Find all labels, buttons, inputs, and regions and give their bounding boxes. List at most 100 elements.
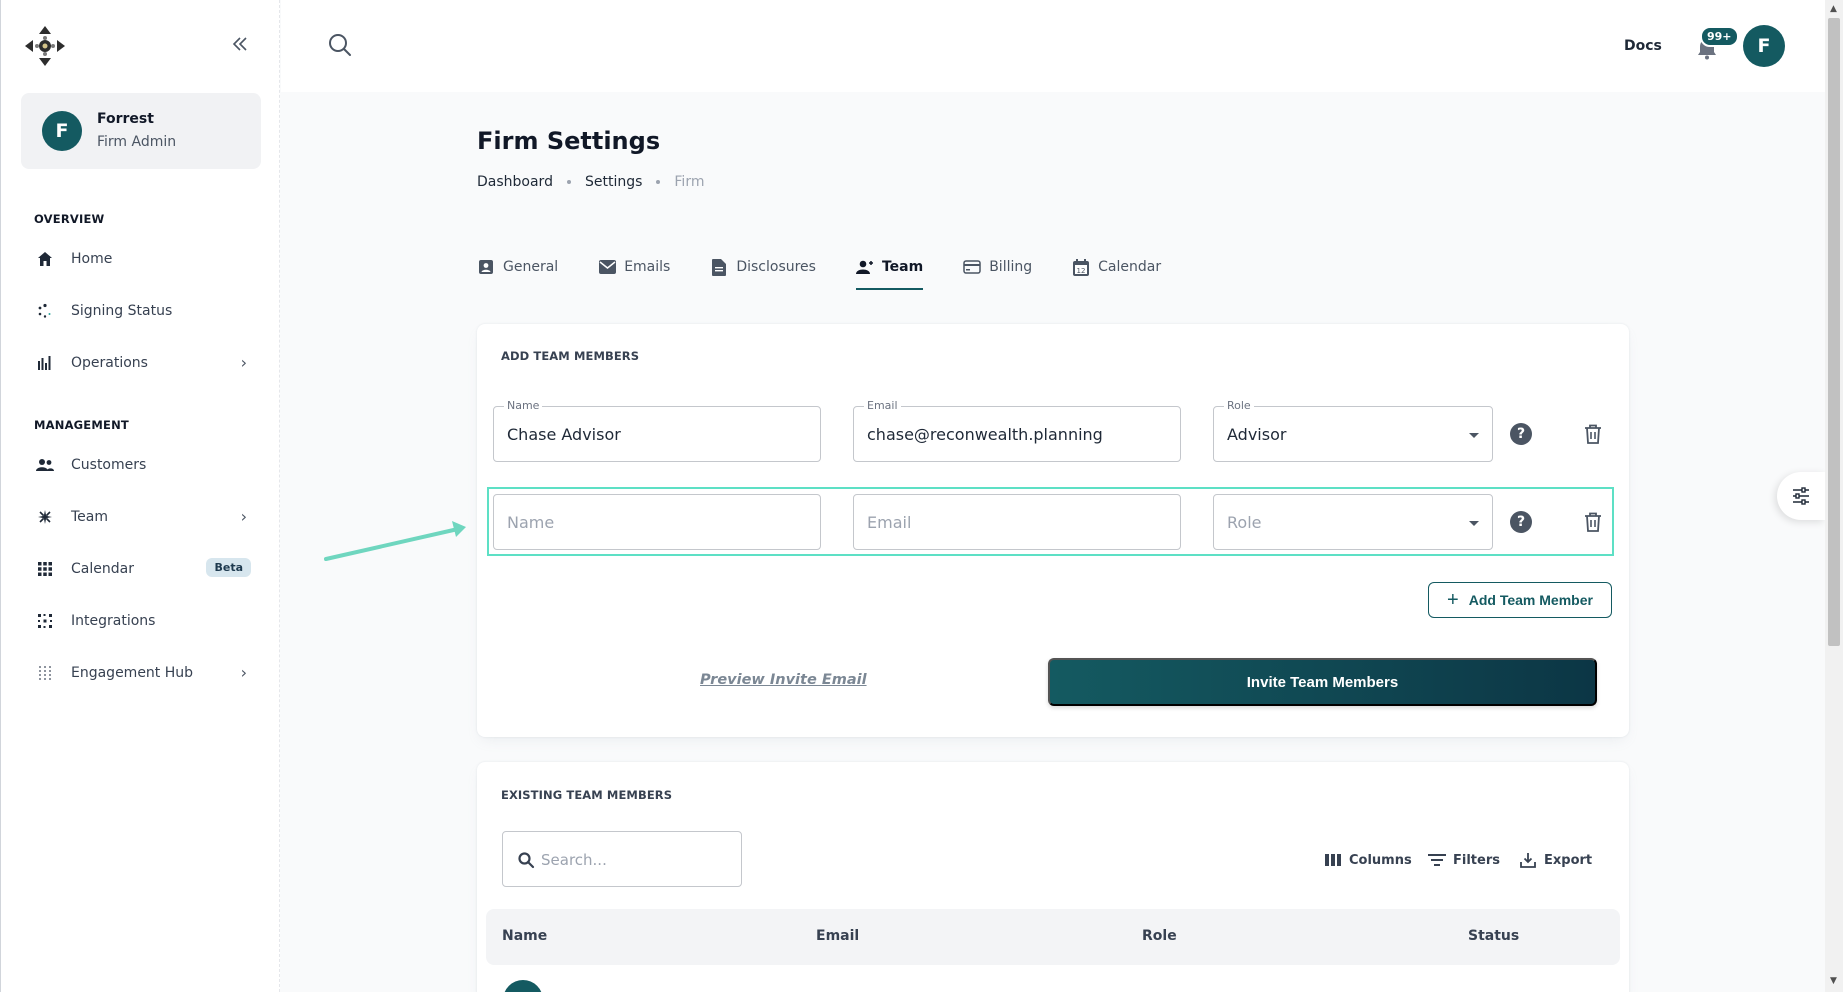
column-header-status[interactable]: Status bbox=[1468, 928, 1519, 944]
search-input[interactable]: Search... bbox=[502, 831, 742, 887]
role-select[interactable]: Role bbox=[1213, 494, 1493, 550]
help-icon[interactable]: ? bbox=[1510, 423, 1532, 445]
breadcrumb-settings[interactable]: Settings bbox=[585, 174, 642, 190]
tab-team[interactable]: Team bbox=[855, 248, 924, 290]
field-placeholder: Name bbox=[507, 513, 555, 532]
download-icon bbox=[1519, 851, 1537, 869]
annotation-arrow-icon bbox=[324, 521, 466, 561]
card-title: ADD TEAM MEMBERS bbox=[501, 349, 640, 363]
docs-link[interactable]: Docs bbox=[1624, 38, 1662, 54]
mail-icon bbox=[598, 258, 616, 276]
add-team-member-button[interactable]: + Add Team Member bbox=[1428, 582, 1612, 618]
sidebar-item-label: Integrations bbox=[71, 613, 156, 629]
sidebar-item-label: Home bbox=[71, 251, 113, 267]
filter-icon bbox=[1428, 851, 1446, 869]
contact-icon bbox=[477, 258, 495, 276]
settings-drawer-button[interactable] bbox=[1777, 472, 1825, 520]
breadcrumb-separator bbox=[656, 180, 661, 184]
tab-calendar[interactable]: 12 Calendar bbox=[1072, 248, 1161, 286]
sidebar: F Forrest Firm Admin OVERVIEW Home Signi… bbox=[0, 0, 280, 992]
search-button[interactable] bbox=[327, 32, 355, 60]
filters-button[interactable]: Filters bbox=[1428, 851, 1500, 869]
page-scrollbar[interactable]: ▲ ▼ bbox=[1825, 0, 1843, 992]
delete-row-button[interactable] bbox=[1582, 511, 1604, 533]
field-value: Chase Advisor bbox=[507, 425, 621, 444]
preview-invite-email-link[interactable]: Preview Invite Email bbox=[700, 672, 867, 688]
tab-general[interactable]: General bbox=[477, 248, 558, 286]
breadcrumb-separator bbox=[566, 180, 571, 184]
dots-grid-icon bbox=[35, 663, 55, 683]
scroll-up-icon[interactable]: ▲ bbox=[1830, 4, 1837, 14]
logo[interactable] bbox=[23, 24, 67, 68]
tab-label: Billing bbox=[989, 259, 1033, 275]
sidebar-item-signing-status[interactable]: Signing Status bbox=[23, 291, 259, 331]
avatar[interactable]: F bbox=[1743, 25, 1785, 67]
field-value: Advisor bbox=[1227, 425, 1287, 444]
card-title: EXISTING TEAM MEMBERS bbox=[501, 788, 673, 802]
caret-down-icon bbox=[1469, 521, 1479, 526]
tab-label: Team bbox=[881, 259, 924, 275]
bar-chart-icon bbox=[35, 353, 55, 373]
tab-billing[interactable]: Billing bbox=[963, 248, 1032, 286]
sidebar-item-customers[interactable]: Customers bbox=[23, 445, 259, 485]
search-icon bbox=[518, 852, 535, 869]
column-header-email[interactable]: Email bbox=[816, 928, 859, 944]
sidebar-item-operations[interactable]: Operations › bbox=[23, 343, 259, 383]
svg-text:12: 12 bbox=[1077, 267, 1086, 275]
scroll-down-icon[interactable]: ▼ bbox=[1830, 976, 1837, 986]
search-placeholder: Search... bbox=[541, 851, 607, 869]
tab-emails[interactable]: Emails bbox=[598, 248, 670, 286]
sidebar-item-calendar[interactable]: Calendar Beta bbox=[23, 549, 259, 589]
button-label: Add Team Member bbox=[1468, 592, 1593, 608]
sliders-icon bbox=[1793, 487, 1809, 505]
user-name: Forrest bbox=[97, 111, 154, 127]
columns-button[interactable]: Columns bbox=[1324, 851, 1412, 869]
tab-label: Disclosures bbox=[736, 259, 816, 275]
team-icon bbox=[35, 507, 55, 527]
breadcrumb-dashboard[interactable]: Dashboard bbox=[477, 174, 553, 190]
notification-badge: 99+ bbox=[1700, 26, 1739, 47]
button-label: Export bbox=[1544, 852, 1593, 868]
page-title: Firm Settings bbox=[477, 127, 661, 155]
column-header-name[interactable]: Name bbox=[502, 928, 547, 944]
sidebar-item-label: Calendar bbox=[71, 561, 134, 577]
field-label: Role bbox=[1224, 399, 1254, 412]
sidebar-item-team[interactable]: Team › bbox=[23, 497, 259, 537]
chevron-right-icon: › bbox=[240, 507, 247, 526]
sidebar-item-label: Team bbox=[71, 509, 109, 525]
users-icon bbox=[35, 455, 55, 475]
help-icon[interactable]: ? bbox=[1510, 511, 1532, 533]
table-header: Name Email Role Status bbox=[486, 909, 1620, 965]
email-field[interactable]: Email bbox=[853, 494, 1181, 550]
sidebar-item-home[interactable]: Home bbox=[23, 239, 259, 279]
column-header-role[interactable]: Role bbox=[1142, 928, 1177, 944]
spinner-icon bbox=[35, 301, 55, 321]
sidebar-item-label: Operations bbox=[71, 355, 148, 371]
export-button[interactable]: Export bbox=[1519, 851, 1592, 869]
user-role: Firm Admin bbox=[97, 134, 177, 150]
credit-card-icon bbox=[963, 258, 981, 276]
name-field[interactable]: Name bbox=[493, 494, 821, 550]
invite-team-members-button[interactable]: Invite Team Members bbox=[1048, 658, 1597, 706]
sidebar-item-integrations[interactable]: Integrations bbox=[23, 601, 259, 641]
settings-tabs: General Emails Disclosures Team Billing … bbox=[477, 248, 1201, 290]
tab-disclosures[interactable]: Disclosures bbox=[710, 248, 816, 286]
chevron-right-icon: › bbox=[240, 353, 247, 372]
button-label: Columns bbox=[1349, 852, 1412, 868]
field-placeholder: Role bbox=[1227, 513, 1262, 532]
trash-icon bbox=[1585, 424, 1601, 444]
name-field[interactable]: Name Chase Advisor bbox=[493, 399, 821, 462]
integrations-icon bbox=[35, 611, 55, 631]
sidebar-item-engagement-hub[interactable]: Engagement Hub › bbox=[23, 653, 259, 693]
delete-row-button[interactable] bbox=[1582, 423, 1604, 445]
team-icon bbox=[855, 258, 874, 276]
tab-label: Calendar bbox=[1098, 259, 1162, 275]
grid-icon bbox=[35, 559, 55, 579]
user-card[interactable]: F Forrest Firm Admin bbox=[21, 93, 261, 169]
collapse-sidebar-button[interactable] bbox=[229, 34, 251, 56]
calendar-icon: 12 bbox=[1072, 258, 1090, 276]
email-field[interactable]: Email chase@reconwealth.planning bbox=[853, 399, 1181, 462]
scrollbar-thumb[interactable] bbox=[1828, 18, 1840, 646]
role-select[interactable]: Role Advisor bbox=[1213, 399, 1493, 462]
document-icon bbox=[710, 258, 728, 276]
